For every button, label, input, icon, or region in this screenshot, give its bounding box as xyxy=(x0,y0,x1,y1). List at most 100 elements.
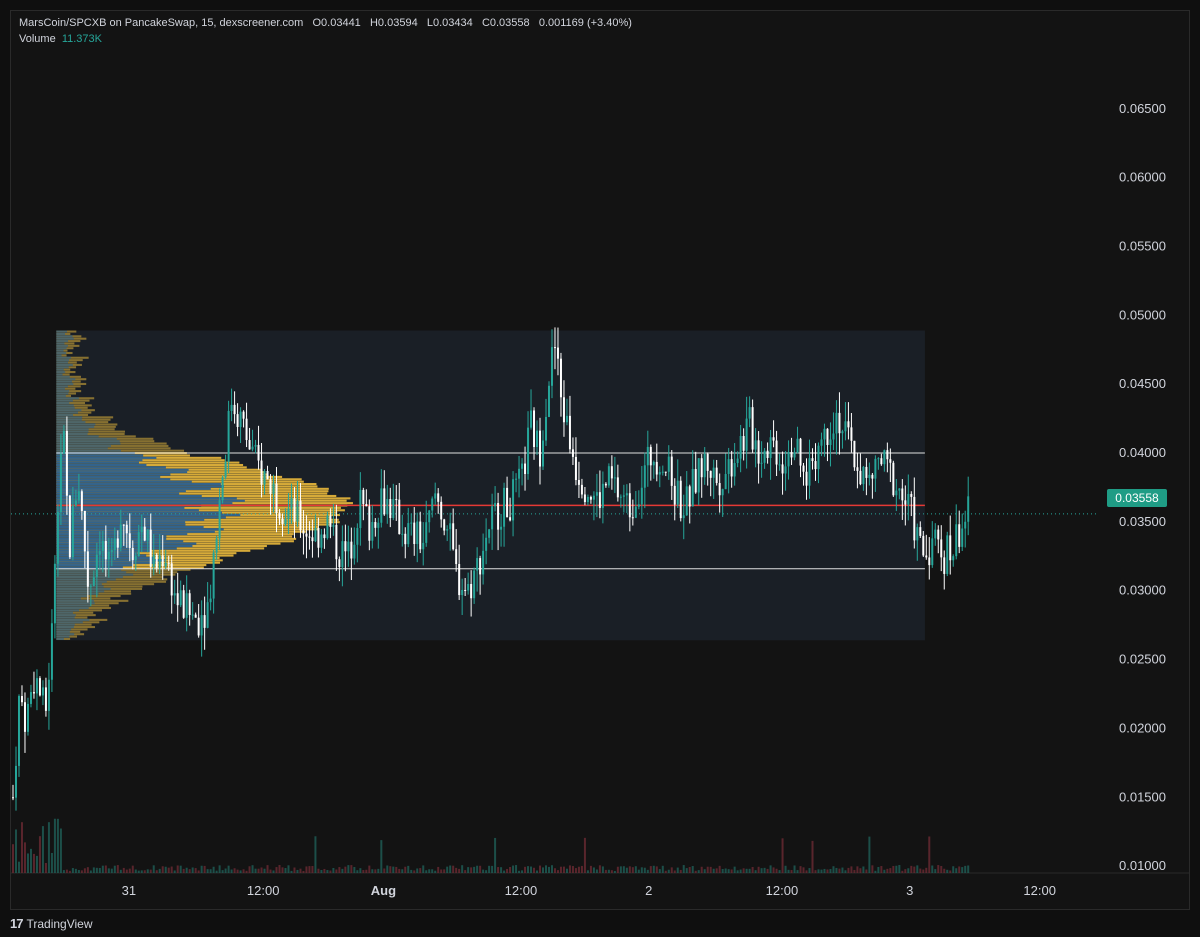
candle-body xyxy=(176,593,179,606)
chart-canvas[interactable]: 0.06500 0.06000 0.05500 0.05000 0.04500 0.040… xyxy=(11,11,1189,909)
candle-body xyxy=(640,487,643,505)
volume-profile-bar-blue xyxy=(56,592,99,595)
volume-bar xyxy=(895,865,898,873)
volume-bar xyxy=(820,869,823,873)
volume-bar xyxy=(592,867,595,873)
candle-body xyxy=(182,590,185,618)
volume-profile-bar-blue xyxy=(56,363,73,366)
volume-bar xyxy=(185,867,188,873)
candle-body xyxy=(383,488,386,515)
candle-body xyxy=(365,504,368,507)
candle-body xyxy=(598,492,601,508)
volume-bar xyxy=(577,866,580,873)
candle-body xyxy=(754,440,757,450)
volume-bar xyxy=(943,868,946,873)
volume-bar xyxy=(161,866,164,873)
candle-body xyxy=(56,512,59,564)
candle-body xyxy=(817,445,820,470)
candle-body xyxy=(353,544,356,559)
volume-bar xyxy=(676,867,679,873)
candle-body xyxy=(607,466,610,486)
volume-bar xyxy=(251,865,254,873)
volume-bar xyxy=(835,867,838,873)
volume-bar xyxy=(95,867,98,873)
volume-bar xyxy=(35,855,38,873)
candle-body xyxy=(748,407,751,419)
candle-body xyxy=(527,427,530,475)
candle-body xyxy=(544,416,547,441)
volume-profile-bar-blue xyxy=(56,375,70,378)
volume-profile-bar-blue xyxy=(56,397,79,400)
candle-body xyxy=(616,477,619,498)
footer-brand[interactable]: 17 TradingView xyxy=(10,916,93,931)
volume-bar xyxy=(949,870,952,873)
candle-body xyxy=(32,692,35,694)
candle-body xyxy=(149,529,152,567)
volume-bar xyxy=(775,868,778,873)
volume-bar xyxy=(874,870,877,873)
volume-profile-bar-blue xyxy=(56,564,133,567)
candle-body xyxy=(227,410,230,462)
volume-bar xyxy=(401,869,404,873)
volume-bar xyxy=(598,865,601,873)
volume-bar xyxy=(700,866,703,873)
candle-body xyxy=(122,524,125,526)
volume-bar xyxy=(428,869,431,873)
volume-bar xyxy=(86,867,89,873)
volume-bar xyxy=(901,870,904,873)
volume-bar xyxy=(239,870,242,873)
volume-profile-bar-blue xyxy=(56,528,224,531)
candle-body xyxy=(53,563,56,624)
volume-bar xyxy=(29,848,32,873)
volume-profile-bar-blue xyxy=(56,342,65,345)
candle-body xyxy=(341,541,344,568)
candle-body xyxy=(778,464,781,466)
volume-bar xyxy=(697,870,700,873)
candle-body xyxy=(155,554,158,568)
volume-profile-bar-blue xyxy=(56,573,134,576)
candle-body xyxy=(787,452,790,467)
volume-bar xyxy=(272,870,275,873)
candle-body xyxy=(329,515,332,527)
chart-frame[interactable]: 0.06500 0.06000 0.05500 0.05000 0.04500 0.040… xyxy=(10,10,1190,910)
candle-body xyxy=(44,687,47,711)
volume-bar xyxy=(550,865,553,873)
candle-body xyxy=(889,459,892,463)
volume-bar xyxy=(907,868,910,873)
candle-body xyxy=(832,433,835,440)
candle-body xyxy=(293,498,296,522)
volume-bar xyxy=(83,868,86,873)
candle-body xyxy=(191,614,194,616)
volume-profile-bar-blue xyxy=(56,485,224,488)
volume-bar xyxy=(892,865,895,873)
volume-bar xyxy=(715,868,718,873)
candle-body xyxy=(928,557,931,566)
volume-bar xyxy=(56,818,59,873)
volume-profile-bar-blue xyxy=(56,630,70,633)
volume-bar xyxy=(817,869,820,873)
x-tick-label: 12:00 xyxy=(1023,883,1056,898)
volume-bar xyxy=(757,866,760,873)
candle-body xyxy=(212,552,215,599)
volume-bar xyxy=(77,870,80,873)
volume-bar xyxy=(125,869,128,873)
volume-profile-bar-blue xyxy=(56,456,157,459)
candle-body xyxy=(524,463,527,475)
candle-body xyxy=(308,536,311,538)
volume-bar xyxy=(494,837,497,873)
candle-body xyxy=(86,551,89,587)
volume-bar xyxy=(527,866,530,873)
volume-profile-bar-blue xyxy=(56,618,90,621)
volume-bar xyxy=(898,865,901,873)
volume-bar xyxy=(652,865,655,873)
candle-body xyxy=(473,570,476,599)
candle-body xyxy=(152,554,155,567)
candle-body xyxy=(685,486,688,516)
candle-body xyxy=(766,450,769,458)
volume-bar xyxy=(380,840,383,873)
candle-body xyxy=(425,522,428,543)
volume-bar xyxy=(760,868,763,873)
volume-bar xyxy=(245,870,248,873)
candle-body xyxy=(299,500,302,531)
volume-bar xyxy=(41,826,44,873)
